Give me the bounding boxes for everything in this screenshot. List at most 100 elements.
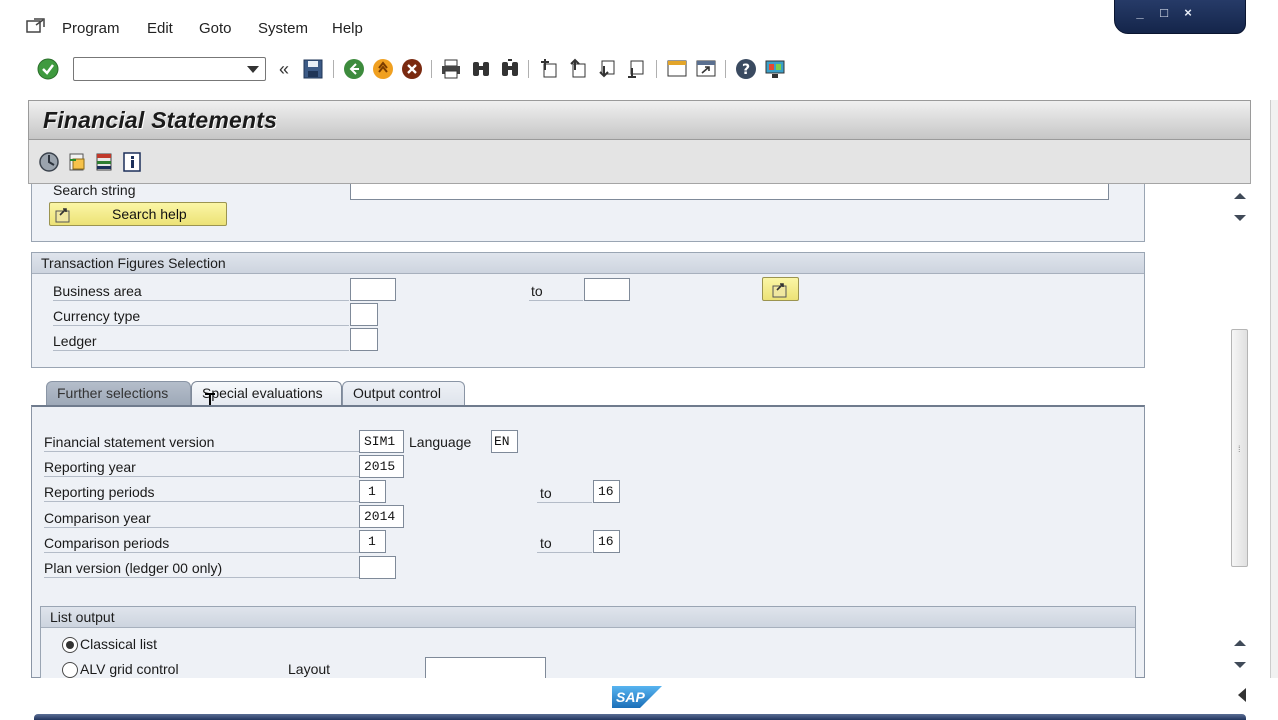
status-bar: SAP — [0, 678, 1278, 720]
fs-version-label: Financial statement version — [44, 434, 215, 450]
print-icon[interactable] — [440, 58, 462, 80]
menu-goto[interactable]: Goto — [199, 20, 232, 37]
multiple-selection-button[interactable] — [762, 277, 799, 301]
search-help-button[interactable]: Search help — [49, 202, 227, 226]
scroll-down-icon[interactable] — [1234, 662, 1246, 668]
label-underline — [44, 577, 359, 578]
new-session-icon[interactable] — [666, 58, 688, 80]
save-icon[interactable] — [302, 58, 324, 80]
alv-grid-label: ALV grid control — [80, 661, 179, 677]
multiple-selection-icon — [772, 283, 787, 298]
business-area-to-label: to — [531, 283, 543, 299]
language-label: Language — [409, 434, 472, 450]
list-output-group: List output Classical list ALV grid cont… — [40, 606, 1136, 686]
toolbar-separator — [431, 60, 432, 78]
shortcut-icon[interactable] — [695, 58, 717, 80]
minimize-button[interactable]: _ — [1131, 4, 1149, 22]
scroll-up-icon[interactable] — [1234, 193, 1246, 199]
label-underline — [529, 300, 583, 301]
svg-text:?: ? — [742, 62, 750, 78]
display-hierarchy-icon[interactable] — [93, 151, 115, 173]
label-underline — [53, 350, 349, 351]
currency-type-label: Currency type — [53, 308, 141, 324]
plan-version-label: Plan version (ledger 00 only) — [44, 560, 223, 576]
comparison-periods-to-input[interactable]: 16 — [593, 530, 620, 553]
comparison-year-label: Comparison year — [44, 510, 151, 526]
enter-icon[interactable] — [37, 58, 59, 80]
reporting-periods-label: Reporting periods — [44, 484, 155, 500]
scroll-down-icon[interactable] — [1234, 215, 1246, 221]
language-input[interactable]: EN — [491, 430, 518, 453]
back-icon[interactable]: « — [273, 58, 295, 80]
reporting-year-label: Reporting year — [44, 459, 136, 475]
application-toolbar — [28, 140, 1251, 184]
command-field[interactable] — [73, 57, 266, 81]
reporting-periods-from-input[interactable]: 1 — [359, 480, 386, 503]
menu-bar: Program Edit Goto System Help _ □ × — [0, 0, 1278, 52]
tab-further-selections[interactable]: Further selections — [46, 381, 191, 405]
help-icon[interactable]: ? — [735, 58, 757, 80]
comparison-year-input[interactable]: 2014 — [359, 505, 404, 528]
menu-edit[interactable]: Edit — [147, 20, 173, 37]
tab-output-control[interactable]: Output control — [342, 381, 465, 405]
status-expand-icon[interactable] — [1238, 688, 1246, 702]
toolbar-separator — [656, 60, 657, 78]
label-underline — [44, 527, 359, 528]
search-string-label: Search string — [53, 184, 136, 198]
customize-layout-icon[interactable] — [764, 58, 786, 80]
standard-toolbar: « ? — [0, 52, 1278, 86]
exit-icon[interactable] — [372, 58, 394, 80]
find-icon[interactable] — [470, 58, 492, 80]
find-next-icon[interactable] — [499, 58, 521, 80]
search-string-input[interactable] — [350, 184, 1109, 200]
classical-list-radio[interactable] — [62, 637, 78, 653]
toolbar-separator — [333, 60, 334, 78]
label-underline — [53, 325, 349, 326]
menu-system[interactable]: System — [258, 20, 308, 37]
toolbar-separator — [725, 60, 726, 78]
comparison-periods-from-input[interactable]: 1 — [359, 530, 386, 553]
vertical-scrollbar[interactable]: ⁞ — [1229, 184, 1251, 678]
scroll-thumb[interactable]: ⁞ — [1231, 329, 1248, 567]
back-green-icon[interactable] — [343, 58, 365, 80]
execute-icon[interactable] — [38, 151, 60, 173]
maximize-button[interactable]: □ — [1155, 4, 1173, 22]
fs-version-input[interactable]: SIM1 — [359, 430, 404, 453]
business-area-from-input[interactable] — [350, 278, 396, 301]
comparison-periods-to-label: to — [540, 535, 552, 551]
menu-help[interactable]: Help — [332, 20, 363, 37]
chevron-down-icon[interactable] — [247, 66, 259, 73]
reporting-periods-to-label: to — [540, 485, 552, 501]
reporting-year-input[interactable]: 2015 — [359, 455, 404, 478]
label-underline — [44, 451, 359, 452]
alv-grid-radio[interactable] — [62, 662, 78, 678]
layout-input[interactable] — [425, 657, 546, 680]
close-button[interactable]: × — [1179, 4, 1197, 22]
reporting-periods-to-input[interactable]: 16 — [593, 480, 620, 503]
menu-program[interactable]: Program — [62, 20, 120, 37]
previous-page-icon[interactable] — [567, 58, 589, 80]
ledger-input[interactable] — [350, 328, 378, 351]
get-variant-icon[interactable] — [66, 151, 88, 173]
currency-type-input[interactable] — [350, 303, 378, 326]
toolbar-separator — [528, 60, 529, 78]
last-page-icon[interactable] — [625, 58, 647, 80]
search-group: Search string Search help — [31, 184, 1145, 242]
plan-version-input[interactable] — [359, 556, 396, 579]
sap-logo: SAP — [612, 686, 662, 708]
search-help-icon — [55, 208, 70, 223]
label-underline — [44, 552, 359, 553]
next-page-icon[interactable] — [596, 58, 618, 80]
business-area-to-input[interactable] — [584, 278, 630, 301]
group-title: List output — [41, 607, 1135, 628]
scroll-up-icon[interactable] — [1234, 640, 1246, 646]
business-area-label: Business area — [53, 283, 142, 299]
information-icon[interactable] — [121, 151, 143, 173]
first-page-icon[interactable] — [538, 58, 560, 80]
system-menu-icon[interactable] — [26, 18, 46, 34]
title-bar: Financial Statements — [28, 100, 1251, 140]
label-underline — [537, 552, 592, 553]
page-title: Financial Statements — [43, 107, 278, 133]
transaction-figures-group: Transaction Figures Selection Business a… — [31, 252, 1145, 368]
cancel-icon[interactable] — [401, 58, 423, 80]
